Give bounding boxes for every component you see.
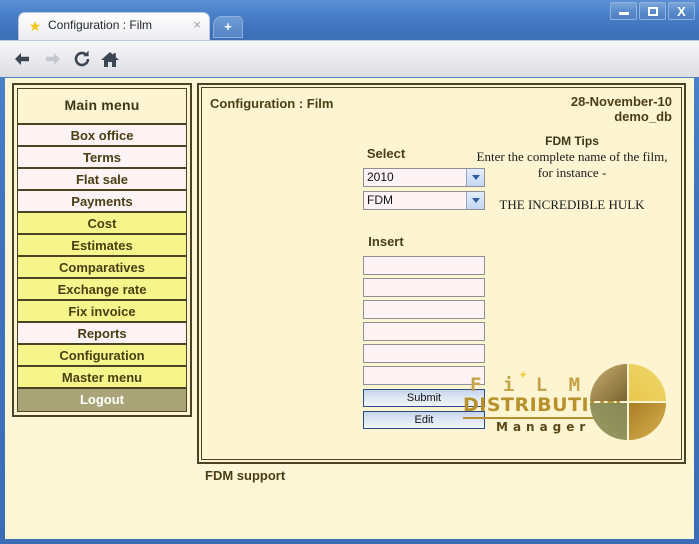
year-select-value: 2010 — [367, 170, 394, 184]
new-tab-button[interactable]: + — [213, 16, 243, 38]
main-menu-inner: Main menu Box office Terms Flat sale Pay… — [17, 88, 187, 412]
star-icon: ★ — [28, 19, 42, 33]
browser-tab[interactable]: ★ Configuration : Film × — [18, 12, 210, 40]
sidebar-item-fix-invoice[interactable]: Fix invoice — [18, 301, 186, 323]
logo-star-icon: ✦ — [518, 368, 528, 382]
fdm-tips-title: FDM Tips — [472, 134, 672, 148]
insert-section-title: Insert — [326, 234, 446, 249]
studio-select-value: FDM — [367, 193, 393, 207]
sidebar-item-flat-sale[interactable]: Flat sale — [18, 169, 186, 191]
plus-icon: + — [214, 17, 242, 37]
main-menu-title: Main menu — [18, 89, 186, 123]
select-section-title: Select — [326, 146, 446, 161]
tab-title: Configuration : Film — [48, 18, 178, 32]
fdm-tips-example: THE INCREDIBLE HULK — [472, 197, 672, 213]
current-date: 28-November-10 — [571, 94, 672, 109]
forward-button[interactable] — [40, 47, 66, 71]
film-title-input-5[interactable] — [363, 344, 485, 363]
forward-arrow-icon — [43, 50, 63, 68]
maximize-icon — [648, 7, 658, 16]
fdm-tips-body: Enter the complete name of the film, for… — [472, 149, 672, 181]
film-title-input-4[interactable] — [363, 322, 485, 341]
tab-strip: ★ Configuration : Film × + X — [0, 0, 699, 40]
maximize-button[interactable] — [639, 2, 666, 20]
chevron-down-icon[interactable] — [466, 192, 484, 209]
database-name: demo_db — [571, 109, 672, 124]
minimize-icon — [619, 12, 629, 15]
close-window-button[interactable]: X — [668, 2, 695, 20]
page-title: Configuration : Film — [210, 96, 333, 111]
sidebar-item-estimates[interactable]: Estimates — [18, 235, 186, 257]
sidebar-item-logout[interactable]: Logout — [18, 389, 186, 411]
sidebar-item-master-menu[interactable]: Master menu — [18, 367, 186, 389]
main-menu-items: Box office Terms Flat sale Payments Cost… — [18, 123, 186, 411]
logo-line-manager: Manager — [496, 420, 590, 434]
page-viewport: Main menu Box office Terms Flat sale Pay… — [5, 78, 694, 539]
home-icon — [100, 50, 120, 69]
fdm-logo: F i L M ✦ DISTRIBUTION Manager — [462, 362, 667, 448]
reload-icon — [72, 49, 92, 69]
content-inner: Configuration : Film 28-November-10 demo… — [201, 87, 682, 460]
sidebar-item-terms[interactable]: Terms — [18, 147, 186, 169]
date-and-db: 28-November-10 demo_db — [571, 94, 672, 124]
film-title-input-1[interactable] — [363, 256, 485, 275]
sidebar-item-box-office[interactable]: Box office — [18, 125, 186, 147]
home-button[interactable] — [97, 47, 123, 71]
close-window-icon: X — [677, 5, 686, 18]
logo-pie-graphic — [590, 364, 668, 442]
sidebar-item-payments[interactable]: Payments — [18, 191, 186, 213]
film-title-input-3[interactable] — [363, 300, 485, 319]
browser-toolbar: filmdistributionmanager.com/film.aspx ☆ — [0, 40, 699, 77]
film-title-input-2[interactable] — [363, 278, 485, 297]
reload-button[interactable] — [69, 47, 95, 71]
footer-support-label: FDM support — [197, 468, 686, 483]
chevron-down-icon[interactable] — [466, 169, 484, 186]
close-icon[interactable]: × — [193, 17, 201, 33]
content-panel: Configuration : Film 28-November-10 demo… — [197, 83, 686, 464]
studio-select[interactable]: FDM — [363, 191, 485, 210]
sidebar-item-cost[interactable]: Cost — [18, 213, 186, 235]
back-arrow-icon — [12, 50, 32, 68]
sidebar-item-comparatives[interactable]: Comparatives — [18, 257, 186, 279]
sidebar-item-exchange-rate[interactable]: Exchange rate — [18, 279, 186, 301]
minimize-button[interactable] — [610, 2, 637, 20]
sidebar-item-configuration[interactable]: Configuration — [18, 345, 186, 367]
main-menu-panel: Main menu Box office Terms Flat sale Pay… — [12, 83, 192, 417]
year-select[interactable]: 2010 — [363, 168, 485, 187]
browser-window: ★ Configuration : Film × + X — [0, 0, 699, 544]
sidebar-item-reports[interactable]: Reports — [18, 323, 186, 345]
back-button[interactable] — [9, 47, 35, 71]
fdm-tips: FDM Tips Enter the complete name of the … — [472, 134, 672, 213]
window-controls: X — [610, 2, 695, 20]
